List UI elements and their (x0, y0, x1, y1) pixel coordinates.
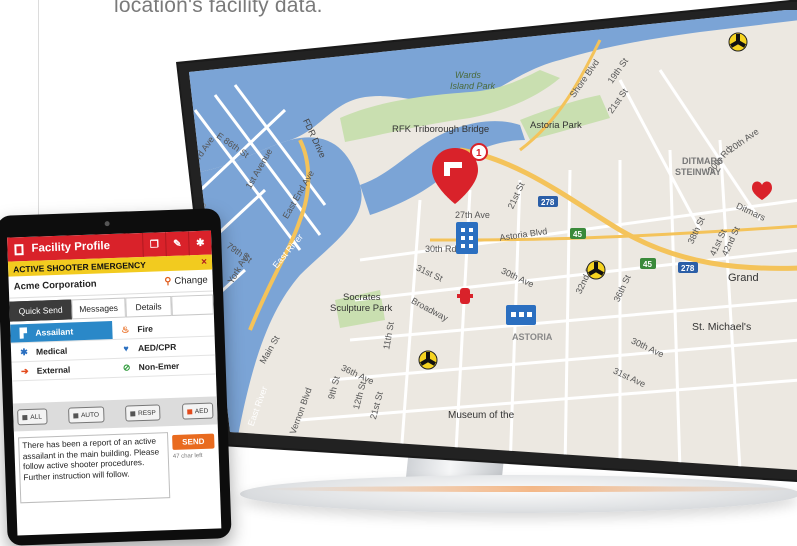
organization-name: Acme Corporation (13, 278, 97, 293)
tablet-camera (104, 221, 110, 227)
radiation-marker[interactable] (586, 260, 606, 280)
recipient-aed-label: AED (194, 407, 209, 415)
map-view[interactable]: 278 45 45 278 Wards Island Park RFK Trib… (180, 0, 797, 480)
tab-quick-send[interactable]: Quick Send (9, 299, 72, 322)
shield-278-b-label: 278 (681, 264, 695, 273)
recipient-aed-toggle[interactable]: AED (181, 402, 214, 420)
label-st-michaels: St. Michael's (692, 321, 751, 333)
label-ditmars-steinway: DITMARS (682, 156, 723, 166)
chars-left: 47 char left (172, 452, 203, 460)
message-textarea[interactable]: There has been a report of an active ass… (18, 432, 171, 504)
tablet-screen: Facility Profile ❐ ✎ ✱ ACTIVE SHOOTER EM… (7, 230, 222, 536)
change-link[interactable]: Change (174, 275, 208, 287)
gear-icon[interactable]: ✱ (187, 230, 212, 256)
send-button[interactable]: SEND (172, 433, 215, 450)
shield-278-a-label: 278 (541, 198, 555, 207)
alert-count: 1 (476, 148, 482, 159)
checkbox-icon (22, 414, 28, 420)
recipient-auto-label: AUTO (80, 411, 100, 419)
radiation-marker[interactable] (418, 350, 438, 370)
fire-label: Fire (137, 323, 154, 335)
tab-messages[interactable]: Messages (71, 297, 126, 320)
non-emer-label: Non-Emer (138, 360, 180, 373)
assailant-label: Assailant (35, 326, 74, 338)
label-socrates-park: Socrates (343, 292, 381, 303)
shield-45-a-label: 45 (573, 230, 582, 239)
heart-icon: ♥ (123, 343, 129, 354)
building-marker[interactable] (456, 222, 478, 254)
fire-icon: ♨ (121, 323, 130, 335)
aed-cpr-button[interactable]: ♥ AED/CPR (113, 336, 216, 358)
checkbox-icon (129, 410, 136, 416)
label-27th-ave: 27th Ave (455, 210, 490, 220)
label-socrates-park-2: Sculpture Park (330, 303, 393, 314)
label-astoria: ASTORIA (512, 332, 553, 342)
header-title: Facility Profile (31, 240, 111, 255)
recipient-resp-label: RESP (137, 409, 156, 417)
tab-filler (171, 294, 214, 316)
checkbox-icon (72, 412, 79, 418)
medical-label: Medical (35, 345, 68, 357)
tablet-device: Facility Profile ❐ ✎ ✱ ACTIVE SHOOTER EM… (0, 208, 232, 546)
label-30th-rd: 30th Rd (425, 244, 457, 254)
factory-marker[interactable] (506, 305, 536, 325)
quick-send-grid: ▛ Assailant ♨ Fire ✱ Medical ♥ AED/CPR ➔ Exte… (10, 317, 216, 382)
assailant-button[interactable]: ▛ Assailant (10, 321, 113, 343)
label-museum: Museum of the (448, 410, 515, 421)
external-label: External (36, 364, 71, 376)
document-icon (14, 243, 24, 255)
label-ditmars-steinway-2: STEINWAY (675, 167, 721, 177)
circle-slash-icon: ⊘ (122, 361, 131, 373)
wrench-icon[interactable]: ✎ (164, 231, 189, 257)
tab-details[interactable]: Details (125, 295, 172, 318)
label-wards-island-2: Island Park (450, 81, 496, 91)
close-icon[interactable]: × (201, 257, 207, 268)
arrow-right-icon: ➔ (20, 365, 29, 376)
label-wards-island: Wards (455, 70, 481, 80)
medical-star-icon: ✱ (20, 346, 28, 357)
aed-cpr-label: AED/CPR (137, 341, 177, 354)
shield-45-b-label: 45 (643, 260, 652, 269)
recipient-all-toggle[interactable]: ALL (17, 408, 48, 426)
fire-button[interactable]: ♨ Fire (112, 317, 215, 339)
copy-icon[interactable]: ❐ (141, 232, 166, 257)
search-icon[interactable]: ⚲ (164, 276, 171, 287)
recipient-auto-toggle[interactable]: AUTO (67, 406, 105, 424)
recipient-resp-toggle[interactable]: RESP (124, 404, 162, 422)
recipient-all-label: ALL (30, 413, 43, 421)
non-emer-button[interactable]: ⊘ Non-Emer (113, 355, 216, 377)
external-button[interactable]: ➔ External (11, 359, 114, 381)
label-rfk-bridge: RFK Triborough Bridge (392, 124, 489, 135)
label-grand: Grand (728, 272, 759, 284)
medical-button[interactable]: ✱ Medical (11, 340, 114, 362)
radiation-marker[interactable] (728, 32, 748, 52)
label-astoria-park: Astoria Park (530, 120, 582, 131)
gun-icon: ▛ (19, 327, 28, 338)
checkbox-icon (186, 408, 192, 414)
